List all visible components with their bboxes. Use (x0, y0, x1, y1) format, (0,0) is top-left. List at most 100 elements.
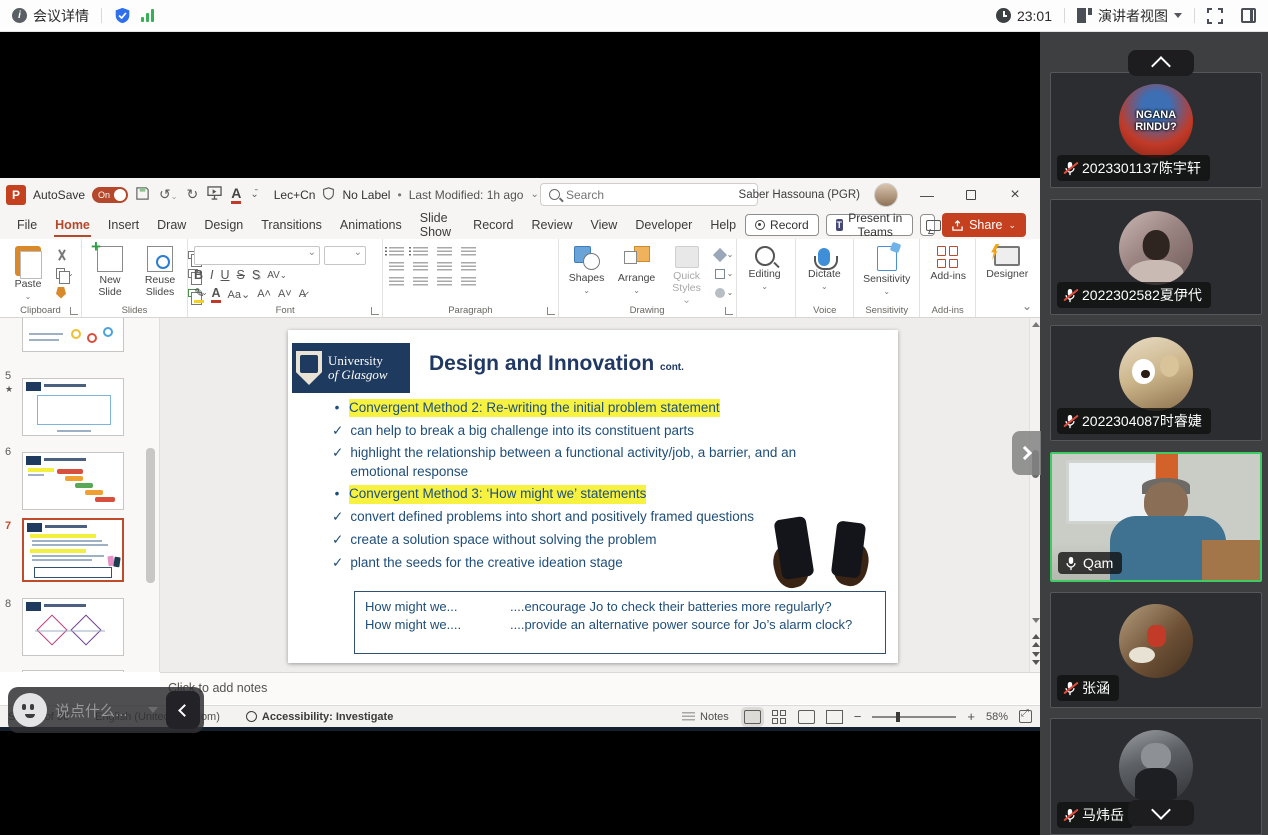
zoom-in-button[interactable]: + (967, 709, 975, 724)
tab-record[interactable]: Record (464, 213, 522, 237)
strikethrough-button[interactable]: S (237, 268, 245, 282)
addins-button[interactable]: Add-ins (926, 244, 970, 284)
zoom-slider-thumb[interactable] (896, 712, 900, 722)
font-dialog-launcher[interactable] (371, 307, 379, 315)
slide-thumbnail[interactable] (22, 670, 124, 672)
line-spacing-button[interactable] (437, 247, 452, 258)
emoji-button[interactable] (13, 693, 47, 727)
highlight-color-button[interactable]: ✎ (194, 285, 204, 303)
participant-tile[interactable]: 2022304087时睿婕 (1050, 325, 1262, 441)
tab-design[interactable]: Design (195, 213, 252, 237)
bullets-button[interactable] (389, 247, 404, 258)
previous-slide-button[interactable] (1032, 634, 1040, 639)
side-panel-toggle-button[interactable] (1241, 8, 1256, 23)
save-icon[interactable] (135, 186, 150, 204)
search-box[interactable] (540, 183, 758, 206)
chat-expand-caret[interactable] (148, 707, 158, 713)
slide-canvas[interactable]: University of Glasgow Design and Innovat… (160, 318, 1040, 672)
meeting-details-button[interactable]: i 会议详情 (12, 6, 89, 26)
tab-developer[interactable]: Developer (626, 213, 701, 237)
document-filename[interactable]: Lec+Cn (274, 188, 316, 202)
sensitivity-shield-icon[interactable] (322, 187, 335, 203)
font-color-button[interactable]: A (211, 286, 220, 303)
clear-formatting-button[interactable]: A̷ (299, 288, 306, 300)
tab-file[interactable]: File (8, 213, 46, 237)
paste-button[interactable]: Paste⌄ (6, 244, 50, 303)
align-center-button[interactable] (413, 277, 428, 288)
view-mode-dropdown[interactable]: 演讲者视图 (1077, 6, 1182, 26)
dictate-button[interactable]: Dictate⌄ (802, 244, 846, 293)
shrink-font-button[interactable]: A˅ (278, 288, 292, 300)
participants-scroll-up-button[interactable] (1128, 50, 1194, 76)
font-name-select[interactable] (194, 246, 320, 265)
notes-toggle-button[interactable]: Notes (682, 711, 729, 723)
tab-draw[interactable]: Draw (148, 213, 195, 237)
present-in-teams-button[interactable]: T Present in Teams (826, 214, 913, 236)
scroll-down-arrow[interactable] (1032, 618, 1040, 623)
fit-slide-to-window-button[interactable] (1019, 710, 1032, 723)
zoom-level[interactable]: 58% (986, 711, 1008, 723)
format-painter-button[interactable] (56, 285, 76, 300)
normal-view-button[interactable] (744, 710, 761, 724)
justify-button[interactable] (461, 277, 476, 288)
slide-scrollbar[interactable] (1029, 318, 1040, 672)
tab-view[interactable]: View (581, 213, 626, 237)
reading-view-button[interactable] (798, 710, 815, 724)
align-text-button[interactable] (461, 262, 476, 273)
increase-indent-button[interactable] (413, 262, 428, 273)
chat-collapse-button[interactable] (166, 691, 200, 729)
shapes-button[interactable]: Shapes⌄ (565, 244, 609, 297)
active-speaker-tile[interactable]: Qam (1050, 452, 1262, 582)
comments-button[interactable] (920, 214, 935, 236)
font-color-icon[interactable]: A (231, 185, 241, 204)
restore-button[interactable] (956, 187, 986, 203)
numbering-button[interactable] (413, 247, 428, 258)
participant-tile[interactable]: NGANA RINDU? 2023301137陈宇轩 (1050, 72, 1262, 188)
tab-insert[interactable]: Insert (99, 213, 148, 237)
tab-review[interactable]: Review (522, 213, 581, 237)
tab-transitions[interactable]: Transitions (252, 213, 331, 237)
clipboard-dialog-launcher[interactable] (70, 307, 78, 315)
collapse-ribbon-icon[interactable]: ⌄ (1022, 299, 1032, 313)
decrease-indent-button[interactable] (389, 262, 404, 273)
shape-fill-button[interactable]: ⌄ (715, 247, 735, 262)
participants-scroll-down-button[interactable] (1128, 800, 1194, 826)
slide-thumbnail-selected[interactable] (22, 518, 124, 582)
shape-effects-button[interactable]: ⌄ (715, 285, 735, 300)
bold-button[interactable]: B (194, 268, 203, 282)
align-left-button[interactable] (389, 277, 404, 288)
slide-thumbnail[interactable] (22, 452, 124, 510)
slideshow-view-button[interactable] (826, 710, 843, 724)
align-right-button[interactable] (437, 277, 452, 288)
share-button[interactable]: Share ⌄ (942, 213, 1026, 237)
start-slideshow-icon[interactable] (207, 186, 222, 203)
record-button[interactable]: Record (745, 214, 819, 236)
accessibility-status[interactable]: Accessibility: Investigate (246, 711, 393, 723)
tab-help[interactable]: Help (701, 213, 745, 237)
slide-sorter-view-button[interactable] (772, 710, 787, 724)
zoom-slider[interactable] (872, 716, 956, 718)
customize-qat-icon[interactable]: ⌄̄ (250, 189, 258, 200)
underline-button[interactable]: U (221, 268, 230, 282)
italic-button[interactable]: I (210, 268, 213, 282)
shape-outline-button[interactable]: ⌄ (715, 266, 735, 281)
fullscreen-button[interactable] (1207, 8, 1223, 24)
text-direction-button[interactable] (461, 247, 476, 258)
panel-collapse-tab[interactable] (1012, 431, 1041, 475)
designer-button[interactable]: Designer (982, 244, 1032, 282)
cut-button[interactable] (56, 247, 76, 262)
autosave-toggle[interactable]: On (92, 187, 128, 203)
account-name[interactable]: Saber Hassouna (PGR) (739, 189, 860, 201)
zoom-out-button[interactable]: − (854, 709, 862, 724)
change-case-button[interactable]: Aa⌄ (228, 288, 251, 301)
copy-button[interactable]: ⌄ (56, 266, 76, 281)
chat-input[interactable]: 说点什么... (55, 700, 140, 721)
last-modified[interactable]: Last Modified: 1h ago (409, 188, 524, 202)
thumbnail-scrollbar[interactable] (146, 448, 155, 583)
reuse-slides-button[interactable]: Reuse Slides (138, 244, 182, 300)
participant-tile[interactable]: 2022302582夏伊代 (1050, 199, 1262, 315)
new-slide-button[interactable]: New Slide (88, 244, 132, 300)
network-signal-icon[interactable] (141, 9, 154, 22)
paragraph-dialog-launcher[interactable] (547, 307, 555, 315)
slide-thumbnail[interactable] (22, 318, 124, 352)
